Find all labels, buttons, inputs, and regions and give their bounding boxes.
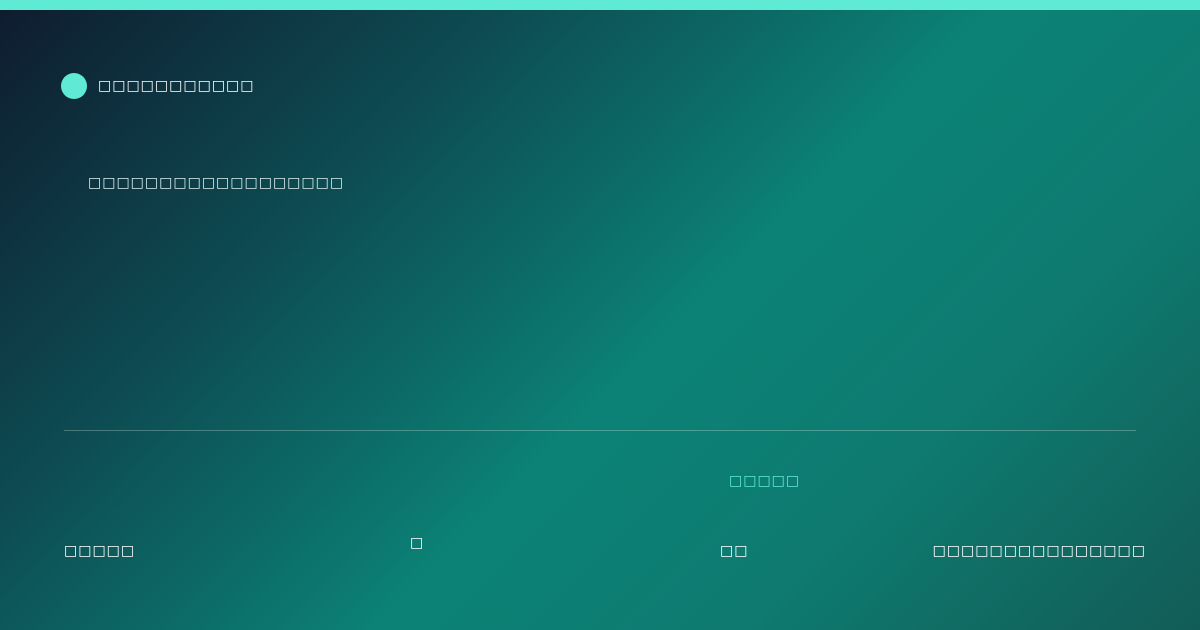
brand-name: □□□□□□□□□□□ (98, 78, 255, 94)
footer-left-label: □□□□□ (64, 543, 136, 559)
footer-highlight-label: □□□□□ (729, 473, 801, 489)
divider (64, 430, 1136, 431)
brand-logo-dot (61, 73, 87, 99)
brand: □□□□□□□□□□□ (61, 73, 255, 99)
footer-small-label: □□ (720, 543, 749, 559)
footer-center-glyph: □ (410, 535, 425, 551)
top-accent-bar (0, 0, 1200, 10)
footer-right-label: □□□□□□□□□□□□□□□ (932, 543, 1146, 559)
page-subtitle: □□□□□□□□□□□□□□□□□□ (88, 175, 345, 191)
